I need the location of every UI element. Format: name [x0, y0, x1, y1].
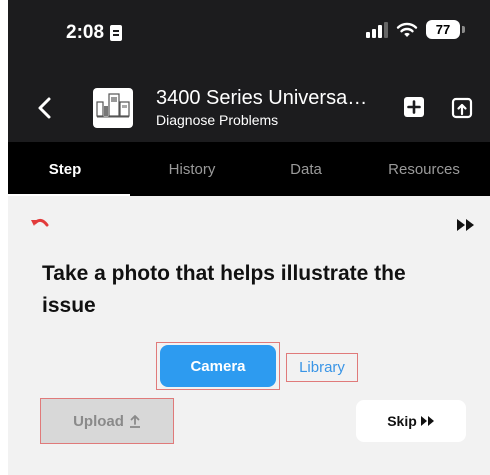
tab-history-label: History — [168, 160, 216, 178]
tab-bar: Step History Data Resources — [0, 142, 490, 196]
status-time: 2:08 — [66, 22, 123, 44]
camera-button[interactable]: Camera — [160, 345, 276, 387]
device-image-icon — [96, 93, 130, 118]
upload-button[interactable]: Upload — [40, 398, 174, 444]
device-thumbnail — [93, 88, 133, 128]
screen-edge — [0, 0, 8, 475]
page-heading: 3400 Series Universa… Diagnose Problems — [156, 86, 388, 129]
tab-step-label: Step — [48, 160, 82, 178]
undo-arrow-icon — [31, 218, 49, 227]
back-button[interactable] — [30, 92, 60, 124]
skip-label: Skip — [387, 413, 417, 429]
tab-step[interactable]: Step — [0, 142, 130, 196]
tab-data[interactable]: Data — [254, 142, 358, 196]
cellular-signal-icon — [366, 21, 388, 38]
fast-forward-icon — [457, 219, 474, 231]
skip-button[interactable]: Skip — [356, 400, 466, 442]
upload-square-icon — [451, 97, 473, 119]
page-subtitle: Diagnose Problems — [156, 112, 279, 128]
step-prompt: Take a photo that helps illustrate the i… — [42, 262, 406, 317]
status-time-text: 2:08 — [66, 22, 105, 43]
fast-forward-icon — [420, 416, 434, 426]
share-button[interactable] — [450, 96, 474, 120]
battery-icon: 77 — [426, 20, 465, 39]
status-indicators: 77 — [366, 20, 465, 39]
tab-resources[interactable]: Resources — [358, 142, 490, 196]
library-label: Library — [299, 359, 345, 376]
fast-forward-button[interactable] — [456, 218, 476, 232]
tab-resources-label: Resources — [388, 160, 460, 178]
app-header: 2:08 77 3400 Series Universa… Diagnose P… — [0, 0, 490, 196]
plus-square-icon — [404, 97, 424, 117]
tab-history[interactable]: History — [130, 142, 254, 196]
tab-data-label: Data — [290, 160, 322, 178]
id-badge-icon — [110, 25, 123, 41]
page-title: 3400 Series Universa… — [156, 87, 368, 109]
wifi-icon — [396, 22, 418, 37]
library-button[interactable]: Library — [286, 353, 358, 382]
battery-level: 77 — [435, 22, 451, 37]
chevron-left-icon — [38, 97, 51, 119]
step-content: Take a photo that helps illustrate the i… — [0, 196, 490, 475]
app-screen: 2:08 77 3400 Series Universa… Diagnose P… — [0, 0, 490, 475]
navigation-bar: 3400 Series Universa… Diagnose Problems — [0, 78, 490, 142]
add-button[interactable] — [402, 95, 426, 119]
undo-button[interactable] — [30, 216, 50, 232]
upload-arrow-icon — [129, 415, 140, 428]
upload-label: Upload — [73, 412, 124, 430]
